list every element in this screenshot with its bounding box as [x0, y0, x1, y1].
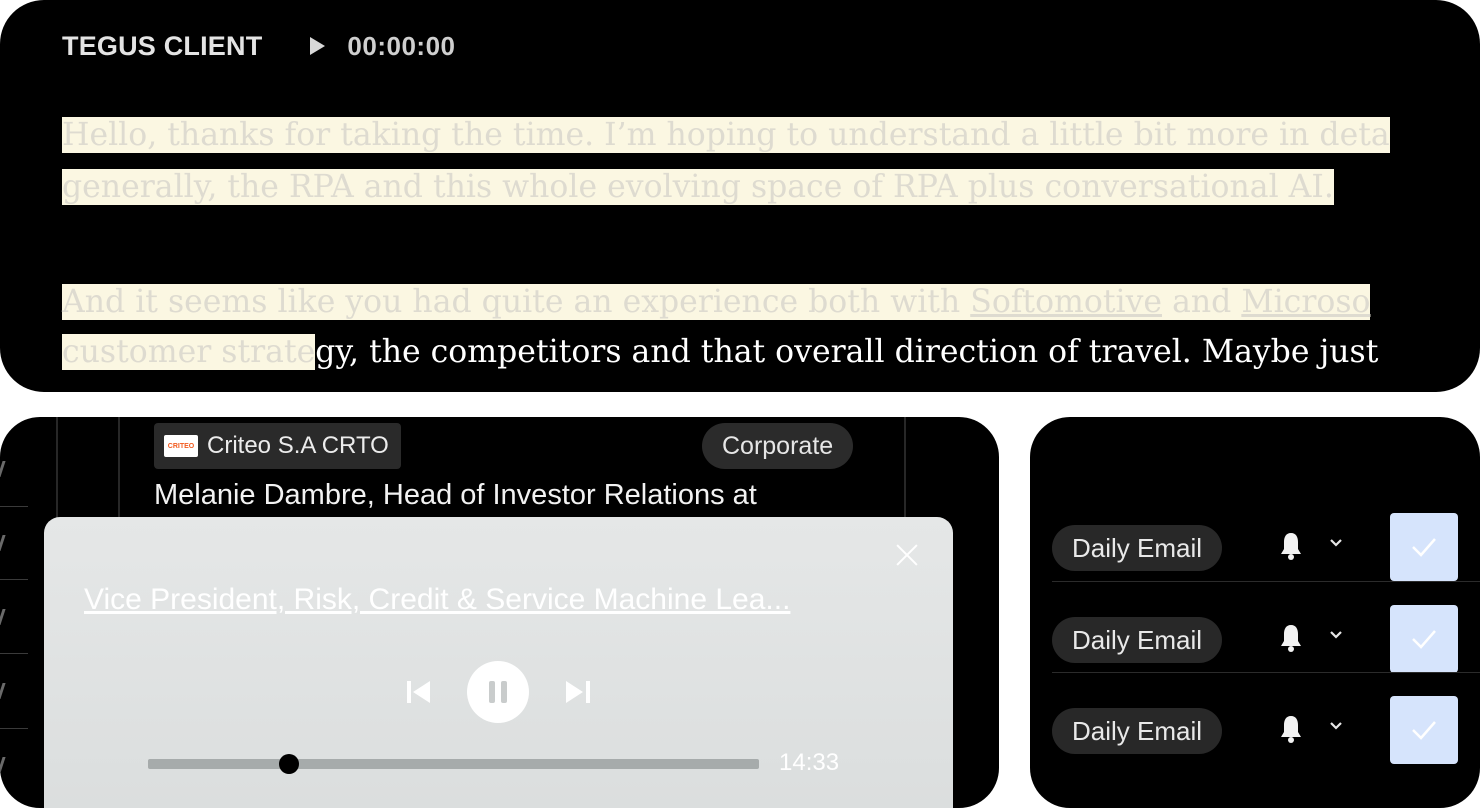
expert-title[interactable]: Melanie Dambre, Head of Investor Relatio… [154, 479, 757, 512]
bell-icon[interactable] [1278, 714, 1304, 744]
pause-button[interactable] [467, 661, 529, 723]
row-divider [1052, 581, 1480, 582]
duration-label: 14:33 [779, 749, 840, 776]
transcript-line[interactable]: generally, the RPA and this whole evolvi… [62, 162, 1334, 212]
highlighted-text[interactable]: And it seems like you had quite an exper… [62, 284, 971, 320]
alert-checkbox[interactable] [1390, 696, 1458, 764]
transcript-text[interactable]: gy, the competitors and that overall dir… [315, 334, 1378, 370]
frequency-pill[interactable]: Daily Email [1052, 617, 1223, 663]
chevron-down-icon[interactable] [1328, 627, 1344, 643]
row-divider [1052, 672, 1480, 673]
skip-next-icon[interactable] [566, 681, 590, 703]
audio-player: Vice President, Risk, Credit & Service M… [44, 517, 953, 808]
entity-link-softomotive[interactable]: Softomotive [970, 284, 1163, 320]
frequency-pill[interactable]: Daily Email [1052, 708, 1223, 754]
alert-row: Daily Email [1030, 501, 1480, 591]
alert-checkbox[interactable] [1390, 513, 1458, 581]
criteo-logo: CRITEO [164, 435, 198, 457]
highlighted-text[interactable]: generally, the RPA and this whole evolvi… [62, 169, 1334, 205]
category-badge: Corporate [702, 423, 854, 469]
row-divider [0, 653, 28, 654]
timecode[interactable]: 00:00:00 [347, 31, 455, 62]
bell-icon[interactable] [1278, 623, 1304, 653]
skip-previous-icon[interactable] [407, 681, 431, 703]
transcript-line[interactable]: customer strategy, the competitors and t… [62, 327, 1378, 377]
highlighted-text[interactable]: and [1162, 284, 1242, 320]
row-divider [0, 728, 28, 729]
chevron-down-icon[interactable] [1328, 718, 1344, 734]
alert-row: Daily Email [1030, 593, 1480, 683]
transcript-line[interactable]: Hello, thanks for taking the time. I’m h… [62, 110, 1390, 160]
player-title-link[interactable]: Vice President, Risk, Credit & Service M… [84, 583, 914, 617]
highlighted-text[interactable]: Hello, thanks for taking the time. I’m h… [62, 117, 1390, 153]
truncated-column-text [0, 535, 6, 551]
company-name: Criteo S.A CRTO [207, 432, 389, 459]
speaker-label: TEGUS CLIENT [62, 30, 263, 61]
bell-icon[interactable] [1278, 531, 1304, 561]
progress-handle[interactable] [278, 754, 299, 774]
transcript-header: TEGUS CLIENT 00:00:00 [62, 26, 455, 66]
progress-slider[interactable] [148, 754, 759, 774]
highlighted-text[interactable]: customer strate [62, 334, 316, 370]
row-divider [0, 579, 28, 580]
transcript-line[interactable]: And it seems like you had quite an exper… [62, 277, 1371, 327]
alert-checkbox[interactable] [1390, 605, 1458, 673]
chevron-down-icon[interactable] [1328, 535, 1344, 551]
alert-row: Daily Email [1030, 684, 1480, 774]
play-icon[interactable] [310, 37, 326, 55]
row-divider [0, 506, 28, 507]
alerts-panel: Daily Email Daily Email Daily Email [1030, 417, 1480, 808]
transcript-panel: TEGUS CLIENT 00:00:00 Hello, thanks for … [0, 0, 1480, 392]
truncated-column-text [0, 461, 6, 477]
truncated-column-text [0, 683, 6, 699]
truncated-column-text [0, 757, 6, 773]
truncated-column-text [0, 609, 6, 625]
entity-link-microsoft[interactable]: Microso [1241, 284, 1371, 320]
frequency-pill[interactable]: Daily Email [1052, 525, 1223, 571]
company-tag[interactable]: CRITEO Criteo S.A CRTO [154, 423, 401, 469]
call-list-panel: CRITEO Criteo S.A CRTO Corporate Melanie… [0, 417, 999, 808]
close-icon[interactable] [895, 543, 919, 567]
